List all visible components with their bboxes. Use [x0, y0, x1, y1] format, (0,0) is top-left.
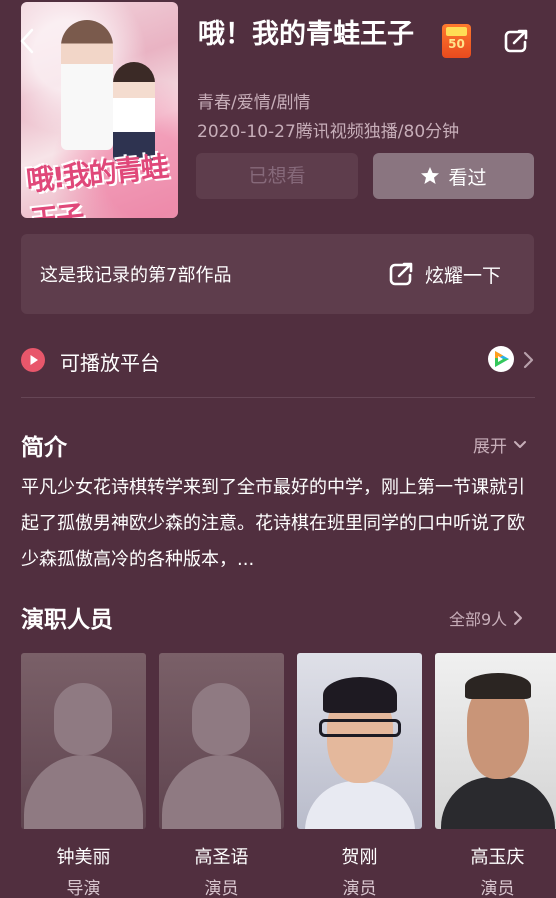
chevron-right-icon: [514, 611, 523, 625]
genre-tags: 青春/爱情/剧情: [197, 93, 311, 113]
watched-button-label: 看过: [448, 166, 487, 189]
play-icon: [21, 348, 45, 372]
cast-name: 高圣语: [194, 847, 249, 868]
coupon-badge[interactable]: 50: [442, 24, 471, 58]
watched-button[interactable]: 看过: [373, 153, 534, 199]
cast-name: 钟美丽: [56, 847, 111, 868]
expand-label: 展开: [473, 437, 507, 457]
synopsis-text: 平凡少女花诗棋转学来到了全市最好的中学，刚上第一节课就引起了孤傲男神欧少森的注意…: [21, 477, 525, 570]
cast-card[interactable]: 钟美丽 导演: [21, 653, 146, 898]
view-all-cast-label: 全部9人: [449, 610, 508, 629]
show-off-label: 炫耀一下: [425, 264, 502, 287]
cast-role: 演员: [342, 879, 377, 898]
cast-role: 演员: [480, 879, 515, 898]
record-count-text: 这是我记录的第7部作品: [40, 265, 232, 286]
platform-row[interactable]: 可播放平台: [21, 341, 535, 379]
cast-name: 贺刚: [341, 847, 378, 868]
cast-photo: [435, 653, 556, 829]
avatar-placeholder-icon: [21, 653, 146, 829]
cast-card[interactable]: 高圣语 演员: [159, 653, 284, 898]
divider: [21, 397, 535, 398]
show-off-button[interactable]: 炫耀一下: [387, 260, 501, 288]
share-icon[interactable]: [502, 27, 530, 55]
synopsis-heading: 简介: [21, 435, 67, 461]
view-all-cast-button[interactable]: 全部9人: [449, 606, 523, 630]
cast-photo: [297, 653, 422, 829]
tencent-video-icon[interactable]: [488, 346, 514, 372]
avatar-placeholder-icon: [159, 653, 284, 829]
want-to-watch-button[interactable]: 已想看: [196, 153, 358, 199]
cast-role: 演员: [204, 879, 239, 898]
movie-title: 哦！我的青蛙王子: [198, 19, 414, 50]
cast-card[interactable]: 高玉庆 演员: [435, 653, 556, 898]
platform-label: 可播放平台: [60, 351, 160, 375]
cast-heading: 演职人员: [21, 607, 113, 633]
record-card: 这是我记录的第7部作品 炫耀一下: [21, 234, 534, 314]
star-icon: [421, 167, 440, 184]
chevron-right-icon: [523, 351, 534, 369]
release-info: 2020-10-27腾讯视频独播/80分钟: [197, 122, 460, 142]
share-icon: [389, 262, 413, 286]
cast-role: 导演: [66, 879, 101, 898]
chevron-down-icon: [514, 440, 526, 448]
back-arrow-icon[interactable]: [16, 26, 38, 56]
cast-card[interactable]: 贺刚 演员: [297, 653, 422, 898]
cast-list: 钟美丽 导演 高圣语 演员 贺刚 演员 高玉庆 演员: [21, 653, 556, 898]
movie-poster[interactable]: 哦!我的青蛙王子: [21, 2, 178, 218]
expand-button[interactable]: 展开: [473, 432, 527, 457]
cast-name: 高玉庆: [470, 847, 525, 868]
